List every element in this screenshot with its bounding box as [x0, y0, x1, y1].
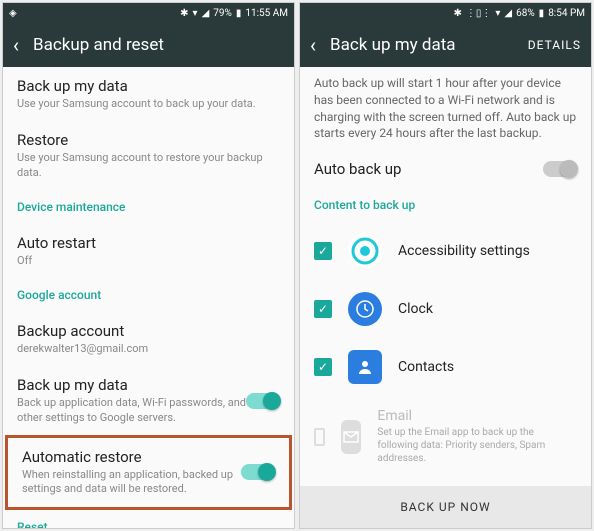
info-text: Auto back up will start 1 hour after you…	[300, 67, 591, 150]
page-title: Back up my data	[330, 35, 456, 55]
backup-now-button[interactable]: BACK UP NOW	[300, 486, 591, 528]
page-title: Backup and reset	[33, 35, 164, 55]
checkbox-icon[interactable]	[314, 428, 325, 446]
backup-google-toggle[interactable]	[246, 393, 280, 409]
status-bar: ✱ ⋮▯⋮ ▾ ◢ 68% ▮ 8:54 PM	[300, 3, 591, 23]
vibrate-icon: ⋮▯⋮	[466, 8, 492, 19]
email-icon	[341, 420, 361, 454]
settings-list[interactable]: Back up my data Use your Samsung account…	[3, 67, 294, 528]
item-sub: When reinstalling an application, backed…	[22, 468, 241, 497]
clock-icon	[348, 292, 382, 326]
checkbox-icon[interactable]: ✓	[314, 242, 332, 260]
item-title: Back up my data	[17, 77, 280, 95]
item-sub: Use your Samsung account to restore your…	[17, 151, 280, 180]
signal-icon: ◢	[504, 8, 512, 19]
item-sub: Set up the Email app to back up the foll…	[377, 426, 577, 465]
app-bar: ‹ Backup and reset	[3, 23, 294, 67]
contacts-icon	[348, 350, 382, 384]
item-sub: Back up application data, Wi-Fi password…	[17, 396, 246, 425]
contacts-item[interactable]: ✓ Contacts	[300, 338, 591, 396]
automatic-restore-toggle[interactable]	[241, 464, 275, 480]
auto-backup-toggle[interactable]	[543, 161, 577, 177]
location-icon: ◈	[9, 8, 17, 19]
clock-text: 8:54 PM	[548, 8, 585, 19]
item-title: Restore	[17, 131, 280, 149]
accessibility-item[interactable]: ✓ Accessibility settings	[300, 222, 591, 280]
backup-google-item[interactable]: Back up my data Back up application data…	[3, 366, 294, 435]
item-title: Automatic restore	[22, 448, 241, 466]
details-button[interactable]: DETAILS	[528, 38, 581, 52]
section-device-maintenance: Device maintenance	[3, 190, 294, 224]
accessibility-icon	[348, 234, 382, 268]
battery-icon: ▮	[539, 8, 545, 19]
checkbox-icon[interactable]: ✓	[314, 358, 332, 376]
highlighted-automatic-restore: Automatic restore When reinstalling an a…	[5, 435, 292, 510]
item-label: Contacts	[398, 359, 454, 375]
bluetooth-icon: ✱	[180, 8, 188, 19]
wifi-icon: ▾	[495, 8, 500, 19]
message-item[interactable]: ✓ Message	[300, 477, 591, 486]
wifi-icon: ▾	[193, 8, 198, 19]
item-title: Auto back up	[314, 160, 543, 178]
clock-item[interactable]: ✓ Clock	[300, 280, 591, 338]
backup-samsung-item[interactable]: Back up my data Use your Samsung account…	[3, 67, 294, 121]
back-icon[interactable]: ‹	[13, 33, 19, 57]
backup-account-item[interactable]: Backup account derekwalter13@gmail.com	[3, 312, 294, 366]
auto-backup-item[interactable]: Auto back up	[300, 150, 591, 188]
clock-text: 11:55 AM	[245, 8, 288, 19]
bluetooth-icon: ✱	[453, 8, 461, 19]
signal-icon: ◢	[202, 8, 210, 19]
back-icon[interactable]: ‹	[310, 33, 316, 57]
item-label: Email	[377, 408, 577, 424]
phone-left: ◈ ✱ ▾ ◢ 79% ▮ 11:55 AM ‹ Backup and rese…	[2, 2, 295, 529]
item-title: Backup account	[17, 322, 280, 340]
auto-restart-item[interactable]: Auto restart Off	[3, 224, 294, 278]
item-sub: derekwalter13@gmail.com	[17, 342, 280, 356]
item-sub: Off	[17, 254, 280, 268]
section-reset: Reset	[3, 510, 294, 528]
section-content-backup: Content to back up	[300, 188, 591, 222]
item-label: Accessibility settings	[398, 243, 530, 259]
app-bar: ‹ Back up my data DETAILS	[300, 23, 591, 67]
item-title: Auto restart	[17, 234, 280, 252]
battery-percent: 68%	[516, 8, 535, 19]
section-google-account: Google account	[3, 278, 294, 312]
item-sub: Use your Samsung account to back up your…	[17, 97, 280, 111]
checkbox-icon[interactable]: ✓	[314, 300, 332, 318]
backup-content[interactable]: Auto back up will start 1 hour after you…	[300, 67, 591, 486]
battery-percent: 79%	[213, 8, 232, 19]
email-item[interactable]: Email Set up the Email app to back up th…	[300, 396, 591, 477]
status-bar: ◈ ✱ ▾ ◢ 79% ▮ 11:55 AM	[3, 3, 294, 23]
automatic-restore-item[interactable]: Automatic restore When reinstalling an a…	[8, 438, 289, 507]
item-label: Clock	[398, 301, 433, 317]
phone-right: ✱ ⋮▯⋮ ▾ ◢ 68% ▮ 8:54 PM ‹ Back up my dat…	[299, 2, 592, 529]
item-title: Back up my data	[17, 376, 246, 394]
restore-item[interactable]: Restore Use your Samsung account to rest…	[3, 121, 294, 190]
battery-icon: ▮	[236, 8, 242, 19]
